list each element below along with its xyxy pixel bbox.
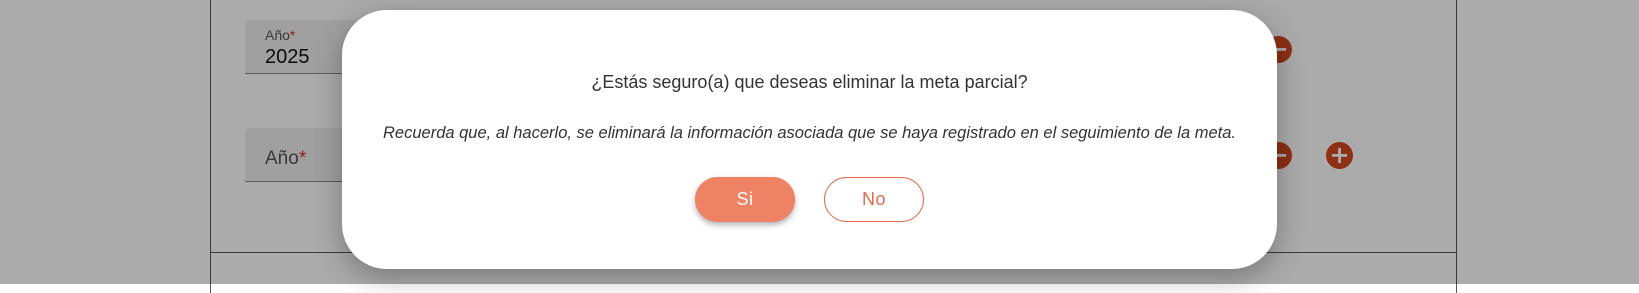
dialog-question: ¿Estás seguro(a) que deseas eliminar la … [591, 72, 1028, 92]
confirm-delete-dialog: ¿Estás seguro(a) que deseas eliminar la … [342, 10, 1277, 269]
cancel-button[interactable]: No [824, 177, 924, 222]
dialog-note: Recuerda que, al hacerlo, se eliminará l… [383, 124, 1236, 142]
confirm-button[interactable]: Si [695, 177, 795, 222]
dialog-actions: Si No [342, 177, 1277, 222]
